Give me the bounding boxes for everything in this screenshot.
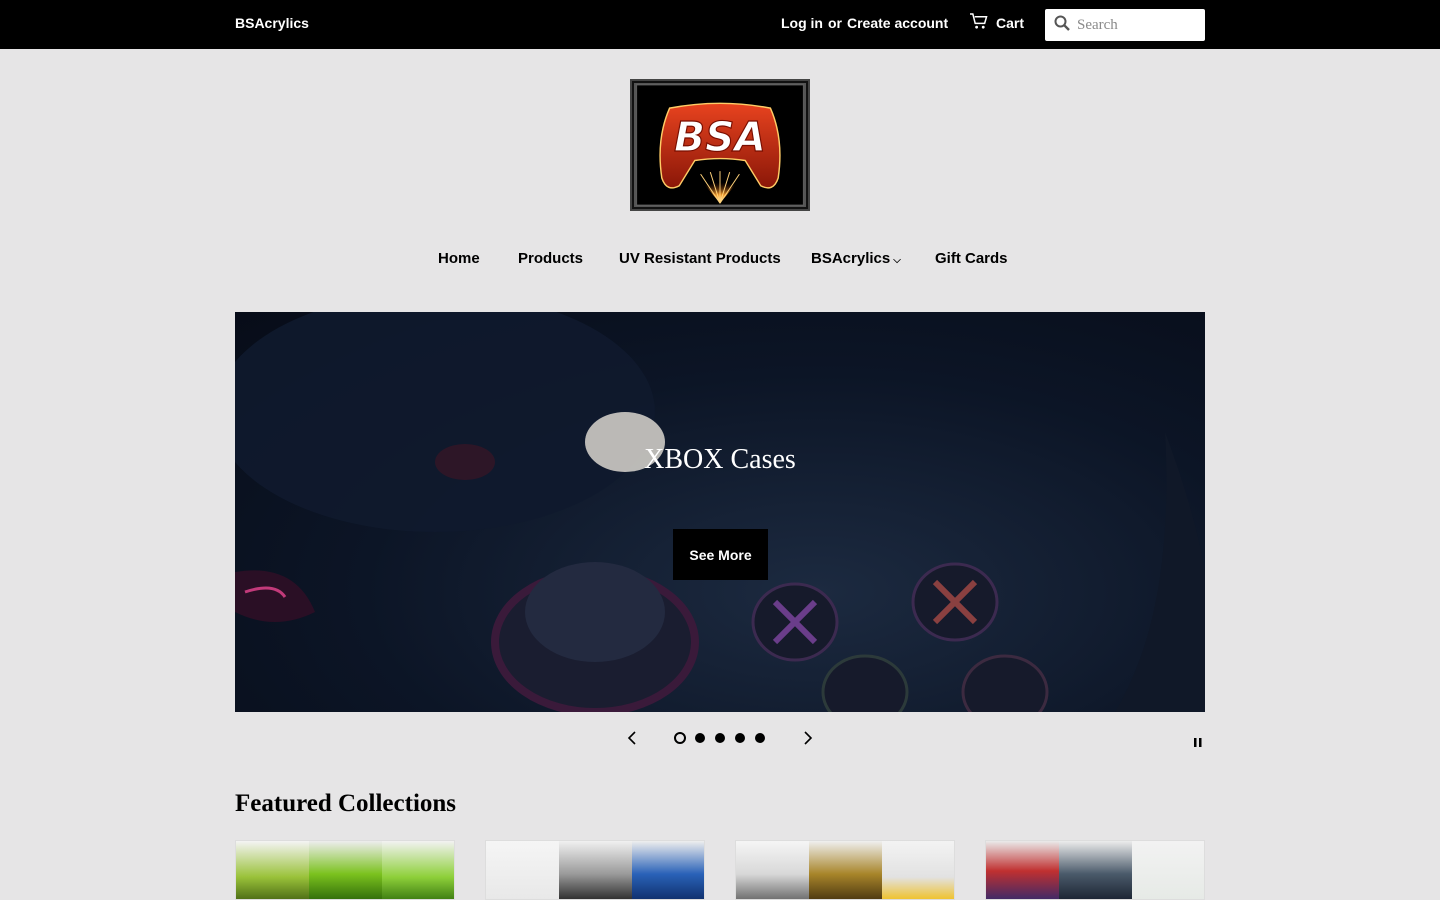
search-input[interactable] (1077, 16, 1197, 34)
account-links: Log in or Create account (781, 15, 948, 31)
cart-link[interactable]: Cart (969, 13, 1024, 33)
site-logo[interactable]: BSA (630, 79, 810, 211)
collection-image (1059, 841, 1132, 899)
hero-title: XBOX Cases (644, 444, 796, 475)
brand-link[interactable]: BSAcrylics (235, 15, 309, 31)
nav-products[interactable]: Products (518, 250, 583, 267)
collection-image (632, 841, 704, 899)
chevron-left-icon[interactable] (625, 729, 639, 747)
nav-home[interactable]: Home (438, 250, 480, 267)
search-icon[interactable] (1045, 15, 1070, 36)
collection-image (236, 841, 309, 899)
login-link[interactable]: Log in (781, 15, 823, 31)
collection-image (486, 841, 559, 899)
search-box (1045, 9, 1205, 41)
slide-dot-2[interactable] (695, 733, 705, 743)
logo-text: BSA (674, 113, 766, 161)
hero-background-image (235, 312, 1205, 712)
nav-uv-resistant-products[interactable]: UV Resistant Products (619, 250, 781, 267)
collection-image (986, 841, 1059, 899)
collection-card[interactable] (735, 840, 955, 900)
nav-gift-cards[interactable]: Gift Cards (935, 250, 1008, 267)
cart-icon (969, 13, 988, 33)
collection-image (882, 841, 954, 899)
pause-icon[interactable] (1194, 734, 1202, 747)
logo-image: BSA (636, 84, 804, 206)
chevron-down-icon: ⌵ (893, 255, 901, 266)
hero-slide: XBOX Cases See More (235, 312, 1205, 712)
create-account-link[interactable]: Create account (847, 15, 948, 31)
cart-label: Cart (996, 15, 1025, 31)
slide-dot-1[interactable] (674, 732, 686, 744)
collection-image (559, 841, 632, 899)
or-text: or (828, 15, 842, 31)
slide-dot-4[interactable] (735, 733, 745, 743)
chevron-right-icon[interactable] (801, 729, 815, 747)
featured-collections-title: Featured Collections (235, 790, 457, 817)
collection-card[interactable] (235, 840, 455, 900)
top-bar: BSAcrylics Log in or Create account Cart (0, 0, 1440, 49)
collection-image (1132, 841, 1204, 899)
collection-image (309, 841, 382, 899)
collection-image (736, 841, 809, 899)
see-more-button[interactable]: See More (673, 529, 768, 580)
collection-image (382, 841, 454, 899)
slide-dot-5[interactable] (755, 733, 765, 743)
collection-image (809, 841, 882, 899)
slide-dot-3[interactable] (715, 733, 725, 743)
collection-card[interactable] (485, 840, 705, 900)
collection-card[interactable] (985, 840, 1205, 900)
main-nav: Home Products UV Resistant Products BSAc… (0, 250, 1440, 272)
nav-bsacrylics-label: BSAcrylics (811, 250, 891, 267)
nav-bsacrylics-dropdown[interactable]: BSAcrylics ⌵ (811, 250, 901, 267)
